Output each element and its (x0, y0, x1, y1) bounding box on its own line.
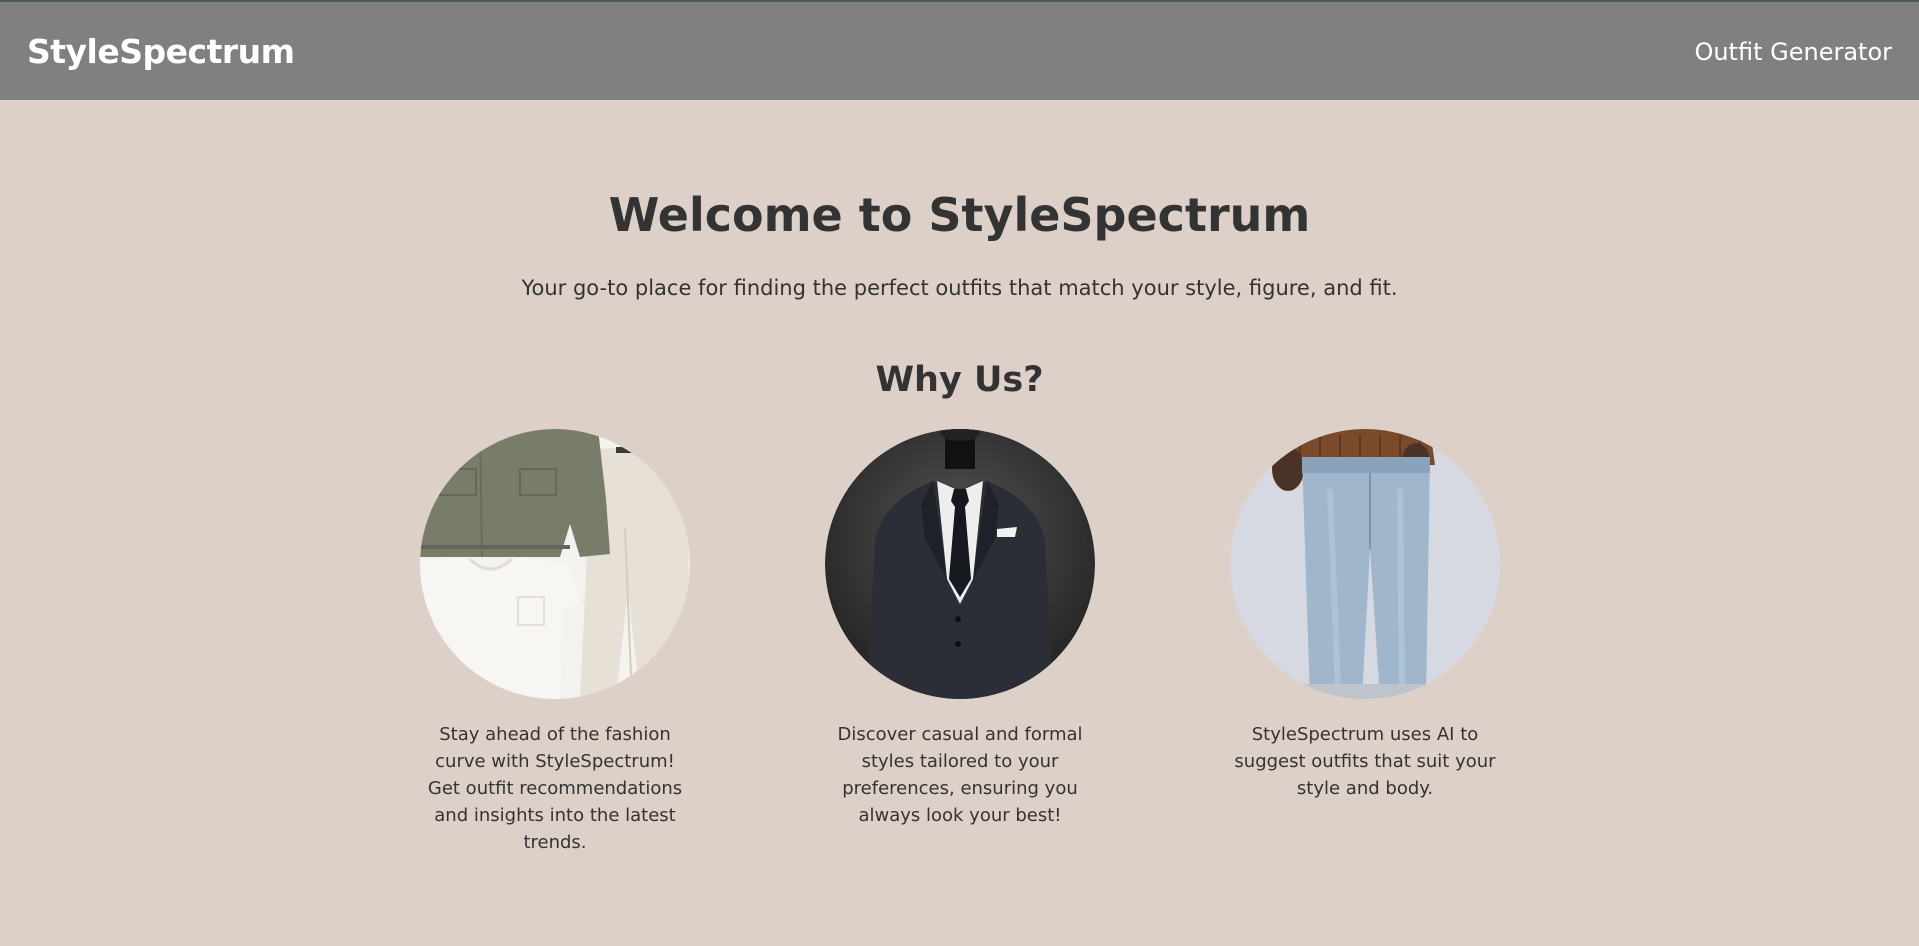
feature-card-styles: Discover casual and formal styles tailor… (820, 429, 1100, 829)
why-us-heading: Why Us? (875, 360, 1044, 400)
denim-jeans-model-image (1230, 429, 1500, 699)
top-navbar: StyleSpectrum Outfit Generator (0, 0, 1919, 100)
feature-description: StyleSpectrum uses AI to suggest outfits… (1234, 724, 1496, 799)
nav-link-outfit-generator[interactable]: Outfit Generator (1694, 38, 1892, 66)
casual-outfit-flatlay-image (420, 429, 690, 699)
page-title: Welcome to StyleSpectrum (608, 188, 1311, 242)
page-subtitle: Your go-to place for finding the perfect… (521, 276, 1398, 300)
feature-card-trends: Stay ahead of the fashion curve with Sty… (415, 429, 695, 856)
feature-description: Discover casual and formal styles tailor… (837, 724, 1083, 826)
feature-description: Stay ahead of the fashion curve with Sty… (427, 724, 683, 853)
feature-card-ai: StyleSpectrum uses AI to suggest outfits… (1225, 429, 1505, 802)
brand-logo[interactable]: StyleSpectrum (27, 32, 295, 71)
formal-suit-mannequin-image (825, 429, 1095, 699)
